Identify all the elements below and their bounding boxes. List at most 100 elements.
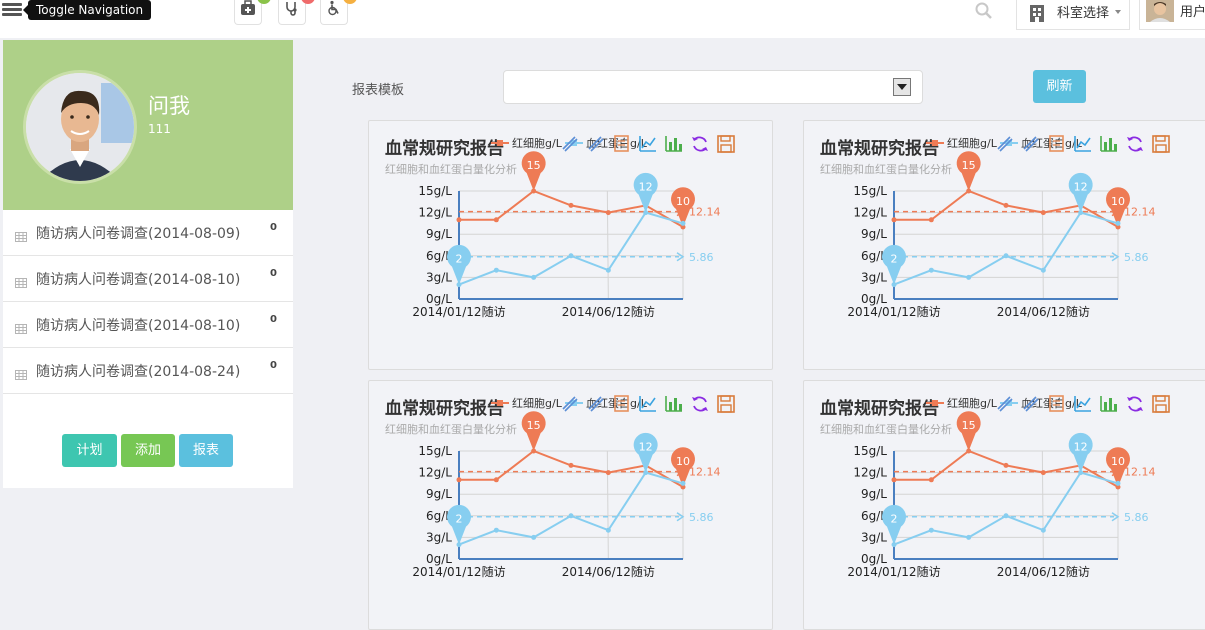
department-selector[interactable]: 科室选择	[1016, 0, 1130, 30]
max-marker-label: 15	[527, 419, 541, 432]
legend-marker	[932, 140, 938, 146]
list-item[interactable]: 随访病人问卷调查(2014-08-10) 0	[3, 256, 293, 302]
data-point	[456, 217, 462, 223]
y-tick-label: 9g/L	[426, 227, 452, 241]
chart-subtitle: 红细胞和血红蛋白量化分析	[385, 162, 517, 176]
y-tick-label: 9g/L	[861, 227, 887, 241]
data-point	[493, 267, 499, 273]
save-image-icon[interactable]	[1152, 395, 1170, 413]
restore-icon[interactable]	[692, 396, 708, 412]
chart-title: 血常规研究报告	[385, 398, 504, 419]
data-point	[568, 462, 574, 468]
notification-badge	[257, 0, 271, 4]
user-menu[interactable]: 用户	[1139, 0, 1205, 30]
restore-icon[interactable]	[692, 136, 708, 152]
average-label: 5.86	[1124, 251, 1149, 264]
template-label: 报表模板	[352, 83, 405, 98]
x-tick-label: 2014/01/12随访	[847, 304, 940, 319]
bar-chart-icon[interactable]	[665, 136, 682, 152]
toggle-navigation-tooltip: Toggle Navigation	[22, 0, 152, 20]
chart-title: 血常规研究报告	[820, 398, 939, 419]
restore-icon[interactable]	[1127, 396, 1143, 412]
table-icon	[15, 319, 27, 338]
hamburger-icon[interactable]	[2, 1, 22, 19]
max-marker-label: 12	[1074, 441, 1088, 454]
data-point	[531, 534, 537, 540]
data-point	[928, 267, 934, 273]
list-item-count: 0	[270, 268, 277, 279]
min-marker-label: 2	[456, 513, 463, 526]
data-point	[456, 477, 462, 483]
chevron-down-icon	[1115, 10, 1121, 14]
grid-line	[606, 190, 609, 300]
medical-kit-icon[interactable]	[234, 0, 271, 25]
y-tick-label: 0g/L	[861, 552, 887, 566]
chart-subtitle: 红细胞和血红蛋白量化分析	[820, 422, 952, 436]
y-tick-label: 9g/L	[861, 487, 887, 501]
list-item[interactable]: 随访病人问卷调查(2014-08-10) 0	[3, 302, 293, 348]
bar-chart-icon[interactable]	[665, 396, 682, 412]
save-image-icon[interactable]	[1152, 135, 1170, 153]
y-tick-label: 15g/L	[418, 444, 452, 458]
add-button[interactable]: 添加	[121, 434, 175, 467]
max-marker-label: 12	[639, 441, 653, 454]
chart-card: 血常规研究报告 红细胞和血红蛋白量化分析 红细胞g/L 血红蛋白g/L 15g/L 12g…	[368, 380, 773, 630]
y-tick-label: 15g/L	[418, 184, 452, 198]
restore-icon[interactable]	[1127, 136, 1143, 152]
bar-chart-icon[interactable]	[1100, 136, 1117, 152]
list-item-count: 0	[270, 314, 277, 325]
grid-line	[606, 450, 609, 560]
wheelchair-icon[interactable]	[320, 0, 357, 25]
average-label: 12.14	[1124, 466, 1156, 479]
y-tick-label: 9g/L	[426, 487, 452, 501]
x-tick-label: 2014/06/12随访	[562, 564, 655, 579]
template-select[interactable]	[503, 70, 923, 104]
data-point	[1115, 480, 1121, 486]
list-item[interactable]: 随访病人问卷调查(2014-08-24) 0	[3, 348, 293, 394]
data-point	[568, 202, 574, 208]
refresh-button[interactable]: 刷新	[1033, 70, 1086, 103]
data-point	[966, 534, 972, 540]
save-image-icon[interactable]	[717, 135, 735, 153]
survey-list: 随访病人问卷调查(2014-08-09) 0 随访病人问卷调查(2014-08-…	[3, 210, 293, 394]
y-tick-label: 12g/L	[418, 206, 452, 220]
plan-button[interactable]: 计划	[62, 434, 117, 467]
table-icon	[15, 227, 27, 246]
y-tick-label: 12g/L	[418, 466, 452, 480]
stethoscope-icon[interactable]	[278, 0, 315, 25]
x-tick-label: 2014/01/12随访	[847, 564, 940, 579]
notification-badge	[343, 0, 357, 4]
avatar[interactable]	[23, 70, 137, 184]
min-marker-label: 10	[676, 455, 690, 468]
series-line	[893, 471, 1119, 546]
min-marker-label: 10	[1111, 455, 1125, 468]
list-item-count: 0	[270, 360, 277, 371]
max-marker: 15	[956, 151, 981, 191]
max-marker: 15	[521, 411, 546, 451]
table-icon	[15, 273, 27, 292]
max-marker-label: 15	[962, 159, 976, 172]
data-point	[928, 217, 934, 223]
line-chart: 血常规研究报告红细胞和血红蛋白量化分析红细胞g/L 血红蛋白g/L15g/L12g…	[820, 135, 1170, 319]
y-tick-label: 15g/L	[853, 184, 887, 198]
save-image-icon[interactable]	[717, 395, 735, 413]
report-button[interactable]: 报表	[179, 434, 233, 467]
legend-label: 红细胞g/L	[947, 397, 998, 410]
chevron-down-icon[interactable]	[893, 78, 911, 96]
chart-title: 血常规研究报告	[385, 138, 504, 159]
x-tick-label: 2014/06/12随访	[997, 564, 1090, 579]
bar-chart-icon[interactable]	[1100, 396, 1117, 412]
list-item[interactable]: 随访病人问卷调查(2014-08-09) 0	[3, 210, 293, 256]
average-label: 12.14	[1124, 206, 1156, 219]
max-marker-label: 15	[527, 159, 541, 172]
legend-label: 红细胞g/L	[947, 137, 998, 150]
list-item-label: 随访病人问卷调查(2014-08-10)	[36, 272, 241, 288]
data-point	[891, 477, 897, 483]
average-label: 5.86	[1124, 511, 1149, 524]
y-tick-label: 0g/L	[426, 552, 452, 566]
department-label: 科室选择	[1057, 6, 1110, 21]
data-point	[493, 477, 499, 483]
search-icon[interactable]	[974, 1, 994, 25]
chart-card: 血常规研究报告 红细胞和血红蛋白量化分析 红细胞g/L 血红蛋白g/L 15g/L 12g…	[803, 120, 1205, 370]
min-marker-label: 2	[891, 513, 898, 526]
